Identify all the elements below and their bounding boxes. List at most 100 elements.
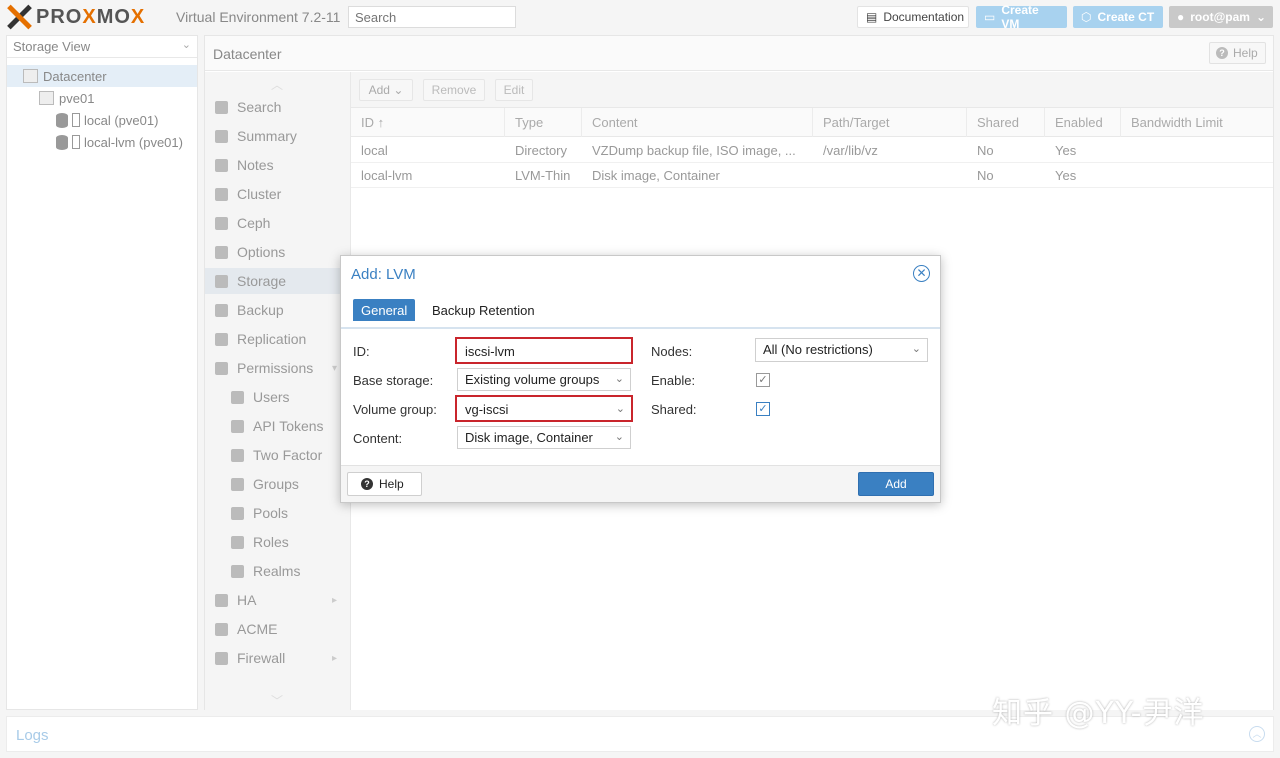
- close-icon[interactable]: ✕: [913, 265, 930, 282]
- menu-item-pools[interactable]: Pools: [205, 500, 351, 526]
- logs-title[interactable]: Logs: [16, 727, 49, 744]
- question-circle-icon: ?: [361, 478, 373, 490]
- menu-item-users[interactable]: Users: [205, 384, 351, 410]
- add-button[interactable]: Add: [858, 472, 934, 496]
- menu-item-notes[interactable]: Notes: [205, 152, 351, 178]
- menu-item-ceph[interactable]: Ceph: [205, 210, 351, 236]
- menu-item-storage[interactable]: Storage: [205, 268, 351, 294]
- id-label: ID:: [353, 344, 370, 359]
- menu-item-groups[interactable]: Groups: [205, 471, 351, 497]
- notes-icon: [215, 158, 228, 172]
- certificate-icon: [215, 622, 228, 636]
- scroll-up-icon[interactable]: ︿: [271, 76, 283, 93]
- search-input[interactable]: [348, 6, 516, 28]
- tree-item-local[interactable]: local (pve01): [7, 109, 197, 131]
- volume-group-select[interactable]: vg-iscsi ⌄: [455, 395, 633, 422]
- menu-item-api-tokens[interactable]: API Tokens: [205, 413, 351, 439]
- menu-item-cluster[interactable]: Cluster: [205, 181, 351, 207]
- tree-item-pve01[interactable]: pve01: [7, 87, 197, 109]
- chevron-down-icon: ⌄: [614, 373, 624, 385]
- nodes-select[interactable]: All (No restrictions) ⌄: [755, 338, 928, 362]
- menu-item-options[interactable]: Options: [205, 239, 351, 265]
- proxmox-logo[interactable]: PROXMOX: [6, 4, 145, 30]
- top-bar: PROXMOX Virtual Environment 7.2-11 ▤ Doc…: [0, 0, 1280, 34]
- database-icon: [56, 134, 68, 150]
- expand-up-icon[interactable]: ︿: [1249, 726, 1265, 742]
- user-menu-button[interactable]: ● root@pam ⌄: [1169, 6, 1273, 28]
- enable-checkbox[interactable]: ✓: [756, 373, 770, 387]
- menu-item-firewall[interactable]: Firewall ▸: [205, 645, 351, 671]
- dialog-help-button[interactable]: ? Help: [347, 472, 422, 496]
- base-storage-select[interactable]: Existing volume groups ⌄: [457, 368, 631, 391]
- user-icon: [231, 390, 244, 404]
- menu-item-acme[interactable]: ACME: [205, 616, 351, 642]
- cell-bandwidth: [1121, 163, 1271, 188]
- chevron-right-icon: ▸: [331, 652, 337, 664]
- menu-item-summary[interactable]: Summary: [205, 123, 351, 149]
- table-row[interactable]: local Directory VZDump backup file, ISO …: [351, 138, 1273, 163]
- content-select[interactable]: Disk image, Container ⌄: [457, 426, 631, 449]
- cell-content: Disk image, Container: [592, 168, 720, 183]
- cell-shared: No: [977, 143, 994, 158]
- column-header-shared[interactable]: Shared: [967, 108, 1045, 137]
- floppy-icon: [215, 303, 228, 317]
- column-header-type[interactable]: Type: [505, 108, 582, 137]
- chevron-down-icon: ⌄: [181, 39, 191, 51]
- chevron-down-icon: ⌄: [911, 343, 921, 355]
- column-header-enabled[interactable]: Enabled: [1045, 108, 1121, 137]
- help-button[interactable]: ? Help: [1209, 42, 1266, 64]
- remove-button[interactable]: Remove: [423, 79, 485, 101]
- tree-item-datacenter[interactable]: Datacenter: [7, 65, 197, 87]
- menu-item-two-factor[interactable]: Two Factor: [205, 442, 351, 468]
- retweet-icon: [215, 332, 228, 346]
- column-header-content[interactable]: Content: [582, 108, 813, 137]
- column-header-path[interactable]: Path/Target: [813, 108, 967, 137]
- scroll-down-icon[interactable]: ﹀: [271, 692, 283, 709]
- users-icon: [231, 477, 244, 491]
- column-header-id[interactable]: ID ↑: [351, 108, 505, 137]
- dialog-tabs: General Backup Retention: [341, 296, 940, 329]
- database-icon: [56, 112, 68, 128]
- add-lvm-dialog: Add: LVM ✕ General Backup Retention ID: …: [340, 255, 941, 503]
- menu-item-ha[interactable]: HA ▸: [205, 587, 351, 613]
- menu-item-backup[interactable]: Backup: [205, 297, 351, 323]
- view-select[interactable]: Storage View ⌄: [7, 36, 197, 58]
- menu-item-roles[interactable]: Roles: [205, 529, 351, 555]
- book-icon: ▤: [866, 10, 878, 24]
- gear-icon: [215, 245, 228, 259]
- dialog-footer: ? Help Add: [341, 465, 940, 502]
- tab-backup-retention[interactable]: Backup Retention: [424, 299, 543, 321]
- id-field[interactable]: iscsi-lvm: [455, 337, 633, 364]
- edit-button[interactable]: Edit: [495, 79, 533, 101]
- menu-item-replication[interactable]: Replication: [205, 326, 351, 352]
- user-icon: ●: [1177, 10, 1185, 24]
- watermark-text: 知乎 @YY-尹洋: [992, 696, 1205, 731]
- menu-item-permissions[interactable]: Permissions ▾: [205, 355, 351, 381]
- cell-type: Directory: [515, 143, 568, 158]
- chevron-down-icon: ⌄: [393, 83, 404, 97]
- tree-item-local-lvm[interactable]: local-lvm (pve01): [7, 131, 197, 153]
- menu-item-search[interactable]: Search: [205, 94, 351, 120]
- tab-general[interactable]: General: [353, 299, 416, 321]
- cell-path: /var/lib/vz: [823, 143, 878, 158]
- column-header-bandwidth[interactable]: Bandwidth Limit: [1121, 108, 1273, 137]
- create-vm-button[interactable]: ▭ Create VM: [976, 3, 1067, 31]
- cell-enabled: Yes: [1055, 168, 1077, 183]
- male-icon: [231, 535, 244, 549]
- add-dropdown-button[interactable]: Add ⌄: [359, 79, 413, 101]
- server-icon: [39, 91, 54, 105]
- shield-icon: [215, 651, 228, 665]
- chevron-down-icon: ⌄: [1255, 10, 1267, 24]
- datacenter-icon: [23, 69, 38, 83]
- server-stack-icon: [215, 187, 228, 201]
- documentation-button[interactable]: ▤ Documentation: [857, 6, 969, 28]
- heartbeat-icon: [215, 593, 228, 607]
- key-icon: [231, 448, 244, 462]
- tags-icon: [231, 506, 244, 520]
- chevron-down-icon: ⌄: [614, 431, 624, 443]
- shared-checkbox[interactable]: ✓: [756, 402, 770, 416]
- user-outline-icon: [231, 419, 244, 433]
- table-row[interactable]: local-lvm LVM-Thin Disk image, Container…: [351, 163, 1273, 188]
- create-ct-button[interactable]: ⬡ Create CT: [1073, 6, 1163, 28]
- menu-item-realms[interactable]: Realms: [205, 558, 351, 584]
